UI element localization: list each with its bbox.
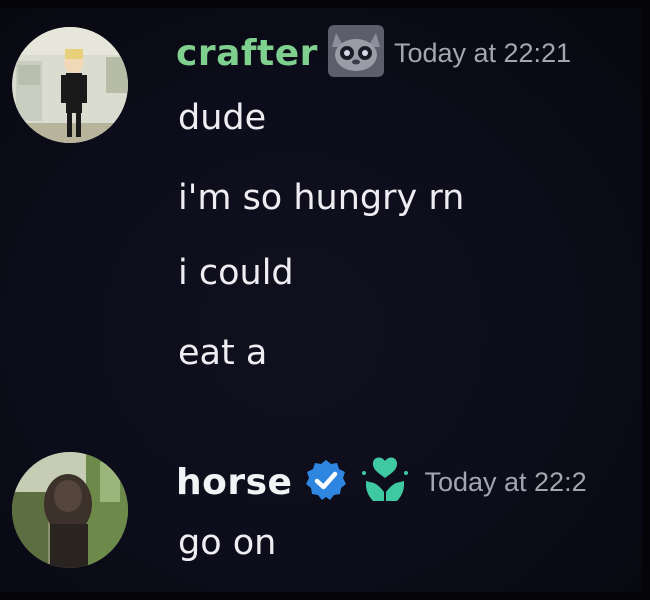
top-border (0, 0, 650, 8)
verified-check-icon[interactable] (304, 458, 348, 506)
username-horse[interactable]: horse (176, 462, 292, 503)
message-line: i could (178, 253, 294, 293)
avatar-horse[interactable] (12, 452, 128, 568)
message-line: go on (178, 523, 277, 563)
username-crafter[interactable]: crafter (176, 33, 318, 74)
avatar-horse-image (12, 452, 128, 568)
heart-hands-icon[interactable] (360, 455, 410, 509)
message-line: dude (178, 98, 267, 138)
message-header: crafter Today at 22:21 (176, 25, 571, 81)
avatar-crafter[interactable] (12, 27, 128, 143)
message-line: eat a (178, 333, 268, 373)
bottom-border (0, 592, 650, 600)
right-border (642, 0, 650, 600)
message-line: i'm so hungry rn (178, 178, 465, 218)
avatar-crafter-image (12, 27, 128, 143)
timestamp[interactable]: Today at 22:21 (394, 38, 571, 69)
chat-view: crafter Today at 22:21 dude i'm so hungr… (0, 0, 650, 600)
timestamp[interactable]: Today at 22:2 (424, 467, 586, 498)
message-header: horse Today at 22:2 (176, 456, 587, 508)
cat-face-icon[interactable] (327, 25, 384, 81)
